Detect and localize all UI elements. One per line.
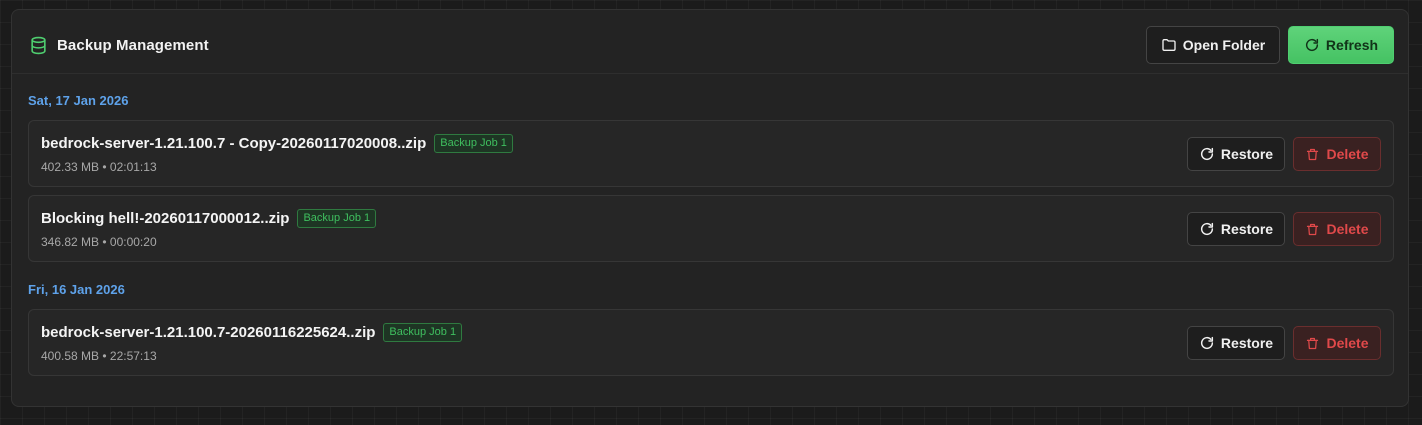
backup-job-badge: Backup Job 1 bbox=[434, 134, 513, 153]
delete-button[interactable]: Delete bbox=[1293, 212, 1381, 246]
backup-job-badge: Backup Job 1 bbox=[297, 209, 377, 228]
backup-list-item: Blocking hell!-20260117000012..zip Backu… bbox=[28, 195, 1394, 262]
backup-list-item: bedrock-server-1.21.100.7-20260116225624… bbox=[28, 309, 1394, 376]
delete-label: Delete bbox=[1326, 335, 1369, 351]
restore-label: Restore bbox=[1220, 146, 1274, 162]
trash-icon bbox=[1305, 147, 1320, 162]
restore-button[interactable]: Restore bbox=[1187, 137, 1285, 171]
page-title: Backup Management bbox=[57, 37, 209, 54]
backup-name-row: Blocking hell!-20260117000012..zip Backu… bbox=[41, 209, 377, 228]
panel-header: Backup Management Open Folder Refresh bbox=[12, 10, 1408, 74]
backup-name-row: bedrock-server-1.21.100.7-20260116225624… bbox=[41, 323, 463, 342]
backup-list-item: bedrock-server-1.21.100.7 - Copy-2026011… bbox=[28, 120, 1394, 187]
open-folder-button[interactable]: Open Folder bbox=[1146, 26, 1280, 64]
backup-meta: 400.58 MB • 22:57:13 bbox=[41, 349, 157, 363]
panel-title: Backup Management bbox=[29, 36, 209, 55]
date-heading: Sat, 17 Jan 2026 bbox=[28, 93, 129, 108]
restore-label: Restore bbox=[1220, 335, 1274, 351]
refresh-label: Refresh bbox=[1325, 37, 1379, 53]
open-folder-label: Open Folder bbox=[1182, 37, 1266, 53]
database-icon bbox=[29, 36, 48, 55]
backup-file-name: bedrock-server-1.21.100.7 - Copy-2026011… bbox=[41, 135, 427, 152]
restore-icon bbox=[1199, 146, 1215, 162]
backup-file-name: Blocking hell!-20260117000012..zip bbox=[41, 210, 290, 227]
backup-name-row: bedrock-server-1.21.100.7 - Copy-2026011… bbox=[41, 134, 513, 153]
refresh-button[interactable]: Refresh bbox=[1288, 26, 1394, 64]
backup-management-panel: Backup Management Open Folder Refresh Sa… bbox=[11, 9, 1409, 407]
restore-button[interactable]: Restore bbox=[1187, 212, 1285, 246]
delete-label: Delete bbox=[1326, 146, 1369, 162]
date-heading: Fri, 16 Jan 2026 bbox=[28, 282, 125, 297]
trash-icon bbox=[1305, 222, 1320, 237]
backup-meta: 402.33 MB • 02:01:13 bbox=[41, 160, 157, 174]
trash-icon bbox=[1305, 336, 1320, 351]
restore-button[interactable]: Restore bbox=[1187, 326, 1285, 360]
delete-button[interactable]: Delete bbox=[1293, 137, 1381, 171]
delete-button[interactable]: Delete bbox=[1293, 326, 1381, 360]
backup-meta: 346.82 MB • 00:00:20 bbox=[41, 235, 157, 249]
delete-label: Delete bbox=[1326, 221, 1369, 237]
backup-file-name: bedrock-server-1.21.100.7-20260116225624… bbox=[41, 324, 376, 341]
restore-icon bbox=[1199, 335, 1215, 351]
backup-job-badge: Backup Job 1 bbox=[383, 323, 463, 342]
restore-label: Restore bbox=[1220, 221, 1274, 237]
folder-icon bbox=[1161, 37, 1177, 53]
refresh-icon bbox=[1304, 37, 1320, 53]
restore-icon bbox=[1199, 221, 1215, 237]
